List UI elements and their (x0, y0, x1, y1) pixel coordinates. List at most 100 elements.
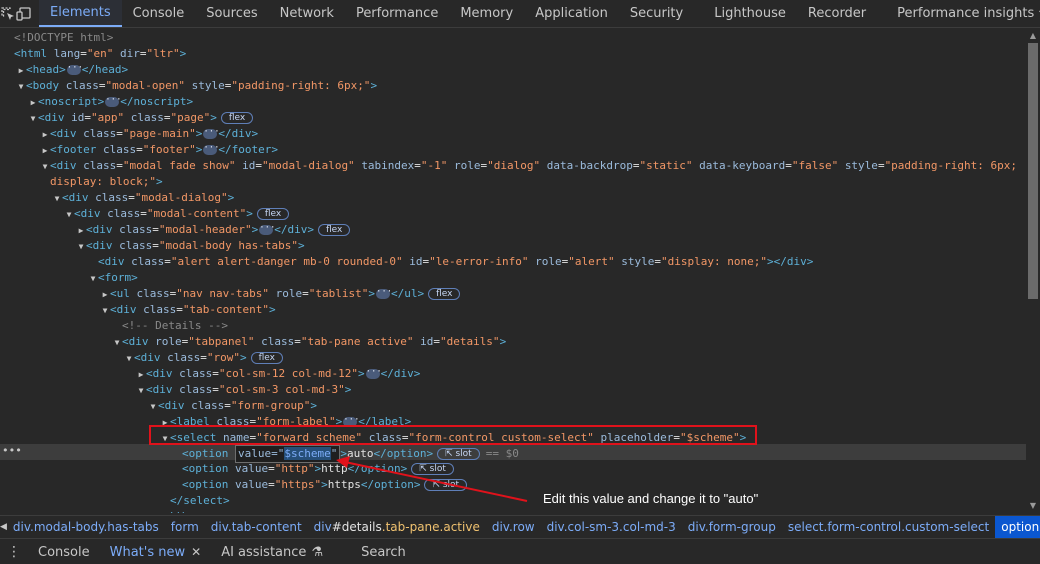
dom-line-option-selected[interactable]: <option value="$scheme" >auto</option> ⇱ s… (182, 445, 519, 463)
dom-line[interactable]: <option value="http">http</option> ⇱ slot (182, 461, 454, 477)
breadcrumb-item[interactable]: div.modal-body.has-tabs (7, 520, 165, 534)
tab-performance[interactable]: Performance (345, 0, 449, 27)
device-toolbar-icon[interactable] (16, 0, 32, 27)
tab-application[interactable]: Application (524, 0, 619, 27)
dom-line[interactable]: ▶ <head>···</head> (16, 62, 129, 79)
dom-line[interactable]: ▼ <div id="app" class="page"> flex (28, 110, 254, 127)
dom-line[interactable]: ▼ <div class="modal-body has-tabs"> (76, 238, 305, 254)
breadcrumb-item[interactable]: div.tab-content (205, 520, 308, 534)
breadcrumb-item[interactable]: div.row (486, 520, 541, 534)
dom-line[interactable]: ▼ <div role="tabpanel" class="tab-pane ac… (112, 334, 507, 351)
dom-line[interactable]: <!-- Details --> (122, 318, 228, 334)
breadcrumb-item[interactable]: div.form-group (682, 520, 782, 534)
dom-line[interactable]: ▼ <div class="tab-content"> (100, 302, 276, 318)
dom-line[interactable]: ▶ <footer class="footer">···</footer> (40, 142, 278, 158)
drawer-tab-console[interactable]: Console (28, 545, 100, 560)
tab-sources[interactable]: Sources (195, 0, 268, 27)
collapse-triangle-icon[interactable]: ▼ (52, 191, 62, 207)
dom-line[interactable]: ▶ <div class="page-main">···</div> (40, 126, 259, 143)
breadcrumb-item-active[interactable]: option (995, 516, 1040, 538)
flex-badge[interactable]: flex (317, 224, 351, 236)
tab-performance-insights[interactable]: Performance insights⚗ (877, 0, 1040, 27)
ellipsis-icon[interactable]: ··· (105, 96, 122, 107)
dom-line[interactable]: ▼ <div class="modal-content"> flex (64, 206, 290, 223)
dom-line[interactable]: ▶ <div class="modal-header">···</div> flex (76, 222, 351, 239)
breadcrumb-item[interactable]: form (165, 520, 205, 534)
dom-line[interactable]: ▼ <body class="modal-open" style="padding… (16, 78, 377, 94)
dom-line[interactable]: ▼ <div class="modal fade show" id="modal-… (40, 158, 1017, 174)
close-icon[interactable]: ✕ (191, 545, 201, 559)
dom-line[interactable]: <option value="https">https</option> ⇱ sl… (182, 477, 468, 493)
dom-line[interactable]: display: block;"> (50, 174, 163, 190)
dom-line[interactable]: ▶ <noscript>···</noscript> (28, 94, 194, 111)
slot-badge[interactable]: ⇱ slot (437, 448, 480, 460)
breadcrumb-item[interactable]: div#details.tab-pane.active (308, 520, 486, 534)
collapse-triangle-icon[interactable]: ▼ (28, 111, 38, 127)
dom-tree[interactable]: ••• <!DOCTYPE html> <html lang="en" dir=… (0, 29, 1026, 513)
slot-badge[interactable]: ⇱ slot (411, 463, 454, 475)
breadcrumb-left-arrow-icon[interactable]: ◀ (0, 522, 7, 532)
collapse-triangle-icon[interactable]: ▼ (124, 351, 134, 367)
badge-label: slot (455, 449, 472, 459)
tab-network[interactable]: Network (269, 0, 345, 27)
attr-value-selected[interactable]: $scheme (284, 447, 331, 460)
ellipsis-icon[interactable]: ··· (66, 64, 83, 75)
breadcrumb-item[interactable]: div.col-sm-3.col-md-3 (541, 520, 682, 534)
dom-line[interactable]: <html lang="en" dir="ltr"> (14, 46, 186, 62)
flex-badge[interactable]: flex (256, 208, 290, 220)
dom-line[interactable]: <div class="alert alert-danger mb-0 roun… (98, 254, 813, 270)
dom-line[interactable]: ▶ <div class="col-sm-12 col-md-12">···</d… (136, 366, 421, 383)
dom-line[interactable]: ▼ <div class="form-group"> (148, 398, 317, 414)
dom-line[interactable]: ▼ <div class="row"> flex (124, 350, 283, 366)
dom-line[interactable]: ▼ <form> (88, 270, 138, 286)
tab-security[interactable]: Security (619, 0, 694, 27)
expand-triangle-icon[interactable]: ▶ (76, 223, 86, 239)
row-options-icon[interactable]: ••• (2, 444, 22, 458)
expand-triangle-icon[interactable]: ▶ (40, 127, 50, 143)
expand-triangle-icon[interactable]: ▶ (28, 95, 38, 111)
drawer-tab-whats-new[interactable]: What's new ✕ (100, 545, 212, 560)
ellipsis-icon[interactable]: ··· (203, 128, 220, 139)
flex-badge[interactable]: flex (250, 352, 283, 364)
scrollbar-thumb[interactable] (1028, 43, 1038, 299)
collapse-triangle-icon[interactable]: ▼ (64, 207, 74, 223)
drawer-menu-icon[interactable]: ⋮ (0, 544, 28, 560)
collapse-triangle-icon[interactable]: ▼ (112, 335, 122, 351)
collapse-triangle-icon[interactable]: ▼ (40, 159, 50, 175)
scroll-down-icon[interactable]: ▼ (1026, 499, 1040, 513)
collapse-triangle-icon[interactable]: ▼ (16, 79, 26, 95)
ellipsis-icon[interactable]: ··· (375, 288, 392, 299)
collapse-triangle-icon[interactable]: ▼ (148, 399, 158, 415)
expand-triangle-icon[interactable]: ▶ (136, 367, 146, 383)
tab-memory[interactable]: Memory (449, 0, 524, 27)
drawer-tab-search[interactable]: Search (333, 545, 416, 560)
collapse-triangle-icon[interactable]: ▼ (100, 303, 110, 319)
vertical-scrollbar[interactable]: ▲ ▼ (1026, 29, 1040, 513)
dom-line[interactable]: ▼ <div class="col-sm-3 col-md-3"> (136, 382, 352, 399)
inspect-element-icon[interactable] (0, 0, 16, 27)
breadcrumb-item[interactable]: select.form-control.custom-select (782, 520, 995, 534)
collapse-triangle-icon[interactable]: ▼ (136, 383, 146, 399)
ellipsis-icon[interactable]: ··· (203, 144, 220, 155)
slot-badge[interactable]: ⇱ slot (424, 479, 468, 491)
crumb-class: .tab-pane.active (381, 520, 480, 534)
tab-console[interactable]: Console (122, 0, 196, 27)
dom-line[interactable]: </select> (170, 493, 230, 509)
ellipsis-icon[interactable]: ··· (259, 224, 275, 235)
scroll-up-icon[interactable]: ▲ (1026, 29, 1040, 43)
expand-triangle-icon[interactable]: ▶ (16, 63, 26, 79)
collapse-triangle-icon[interactable]: ▼ (88, 271, 98, 287)
tab-recorder[interactable]: Recorder (797, 0, 877, 27)
tab-lighthouse[interactable]: Lighthouse (694, 0, 797, 27)
drawer-tab-ai-assistance[interactable]: AI assistance ⚗ (211, 545, 333, 560)
expand-triangle-icon[interactable]: ▶ (100, 287, 110, 303)
flex-badge[interactable]: flex (220, 112, 254, 124)
flex-badge[interactable]: flex (428, 288, 461, 300)
dom-line[interactable]: <!DOCTYPE html> (14, 30, 113, 46)
collapse-triangle-icon[interactable]: ▼ (76, 239, 86, 255)
expand-triangle-icon[interactable]: ▶ (40, 143, 50, 159)
tab-elements[interactable]: Elements (39, 0, 122, 27)
dom-line[interactable]: ▼ <div class="modal-dialog"> (52, 190, 235, 207)
dom-line[interactable]: ▶ <ul class="nav nav-tabs" role="tablist"… (100, 286, 461, 303)
ellipsis-icon[interactable]: ··· (365, 368, 382, 379)
